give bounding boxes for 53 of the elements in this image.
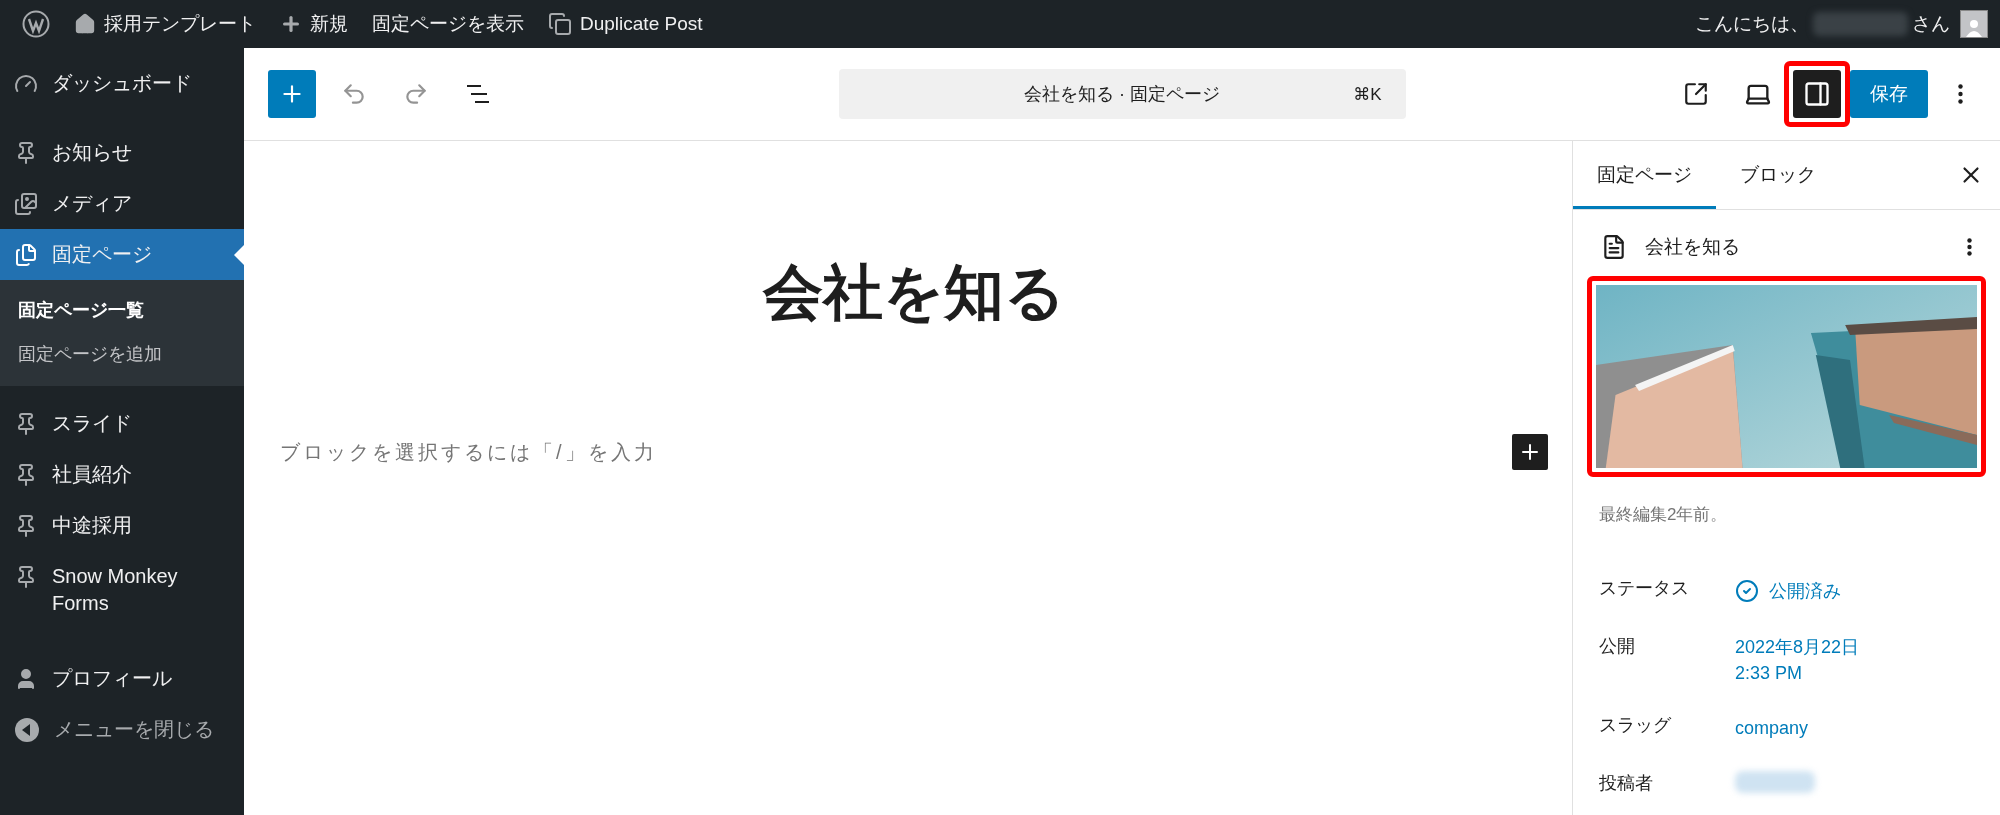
- panel-tab[interactable]: ブロック: [1716, 141, 1840, 210]
- plus-icon: [280, 13, 302, 35]
- field-label: 公開: [1599, 635, 1636, 659]
- field-value-link[interactable]: 2022年8月22日 2:33 PM: [1735, 634, 1974, 687]
- avatar-icon[interactable]: [1960, 10, 1988, 38]
- sidebar-toggle-button[interactable]: [1793, 70, 1841, 118]
- pages-icon: [14, 243, 38, 267]
- add-block-button[interactable]: [1512, 434, 1548, 470]
- shortcut-text: ⌘K: [1353, 83, 1382, 105]
- page-name: 会社を知る: [1645, 235, 1741, 260]
- sidebar-item[interactable]: プロフィール: [0, 653, 244, 704]
- last-edited-text: 最終編集2年前。: [1598, 504, 1729, 527]
- document-icon: [1601, 234, 1627, 261]
- sidebar-item[interactable]: お知らせ: [0, 127, 244, 178]
- admin-bar-link[interactable]: 採用テンプレート: [62, 0, 268, 48]
- undo-icon: [341, 81, 367, 107]
- sidebar-item[interactable]: 固定ページ: [0, 229, 244, 280]
- collapse-icon: [14, 716, 40, 743]
- admin-bar-link[interactable]: 新規: [268, 0, 360, 48]
- external-link-icon: [1683, 81, 1709, 107]
- home-icon: [74, 13, 96, 35]
- sidebar-panel-icon: [1803, 80, 1831, 108]
- save-button[interactable]: 保存: [1850, 70, 1928, 118]
- sidebar-item[interactable]: Snow Monkey Forms: [0, 551, 244, 629]
- greeting-text: こんにちは、: [1695, 12, 1809, 36]
- sidebar-item[interactable]: 中途採用: [0, 500, 244, 551]
- media-icon: [14, 192, 38, 216]
- sidebar-item[interactable]: 社員紹介: [0, 449, 244, 500]
- wordpress-logo-icon[interactable]: [22, 10, 50, 38]
- field-label: スラッグ: [1599, 714, 1672, 737]
- submenu-item[interactable]: 固定ページ一覧: [0, 288, 244, 332]
- field-value-link[interactable]: company: [1735, 713, 1974, 743]
- sidebar-item[interactable]: ダッシュボード: [0, 58, 244, 109]
- panel-tab[interactable]: 固定ページ: [1573, 141, 1716, 210]
- more-icon: [1957, 84, 1963, 104]
- block-placeholder[interactable]: ブロックを選択するには「/」を入力: [280, 438, 1512, 466]
- honorific-text: さん: [1912, 12, 1950, 36]
- list-view-icon: [465, 83, 491, 105]
- admin-bar-link[interactable]: 固定ページを表示: [360, 0, 536, 48]
- sidebar-item[interactable]: スライド: [0, 398, 244, 449]
- page-title[interactable]: 会社を知る: [280, 253, 1548, 334]
- check-circle-icon: [1735, 579, 1759, 604]
- command-bar[interactable]: 会社を知る · 固定ページ ⌘K: [838, 69, 1406, 119]
- more-icon: [1966, 238, 1972, 257]
- field-label: ステータス: [1599, 577, 1690, 601]
- copy-icon: [548, 12, 572, 36]
- status-link[interactable]: 公開済み: [1735, 576, 1974, 607]
- sidebar-item[interactable]: メディア: [0, 178, 244, 229]
- redo-icon: [403, 81, 429, 107]
- field-label: 投稿者: [1599, 772, 1654, 795]
- collapse-menu-link[interactable]: メニューを閉じる: [0, 704, 244, 755]
- admin-bar-link[interactable]: Duplicate Post: [536, 0, 715, 48]
- submenu-item[interactable]: 固定ページを追加: [0, 332, 244, 376]
